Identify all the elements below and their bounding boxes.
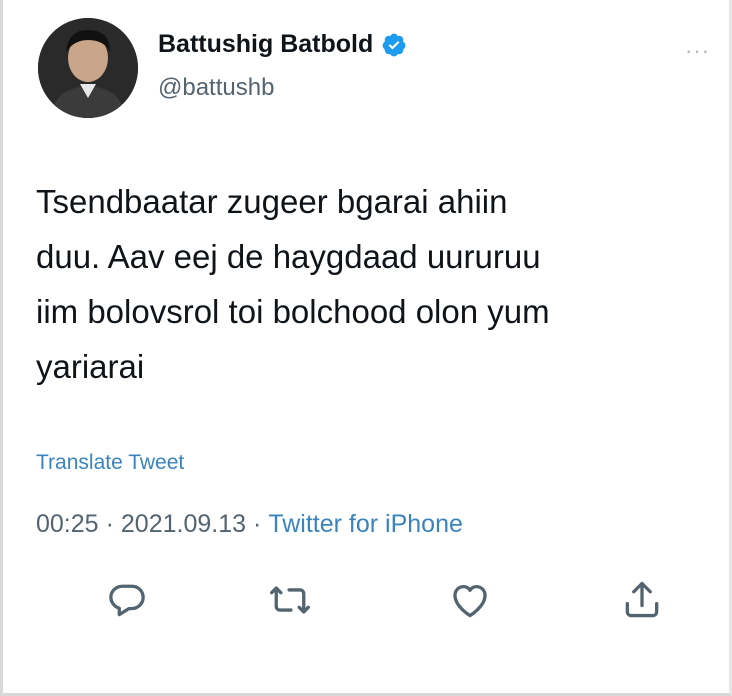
like-icon [453,584,487,618]
reply-icon [109,584,145,617]
meta-separator: · [253,510,262,538]
share-button[interactable] [620,578,664,622]
retweet-icon [270,586,310,614]
tweet-date[interactable]: 2021.09.13 [121,510,246,539]
retweet-button[interactable] [268,578,312,622]
avatar[interactable] [38,18,138,118]
verified-badge-icon [382,33,406,56]
author-name[interactable]: Battushig Batbold [158,30,373,59]
tweet-time[interactable]: 00:25 [36,510,99,539]
tweet-actions [0,578,732,622]
tweet-text: Tsendbaatar zugeer bgarai ahiin duu. Aav… [36,183,550,385]
author-handle[interactable]: @battushb [158,74,274,102]
more-options-icon[interactable]: ··· [685,38,710,64]
reply-button[interactable] [105,578,149,622]
translate-tweet-link[interactable]: Translate Tweet [36,451,184,475]
like-button[interactable] [448,578,492,622]
tweet-source[interactable]: Twitter for iPhone [268,510,463,539]
share-icon [625,581,659,618]
meta-separator: · [105,510,114,538]
avatar-photo-icon [38,18,138,118]
tweet-meta: 00:25 · 2021.09.13 · Twitter for iPhone [36,510,463,539]
